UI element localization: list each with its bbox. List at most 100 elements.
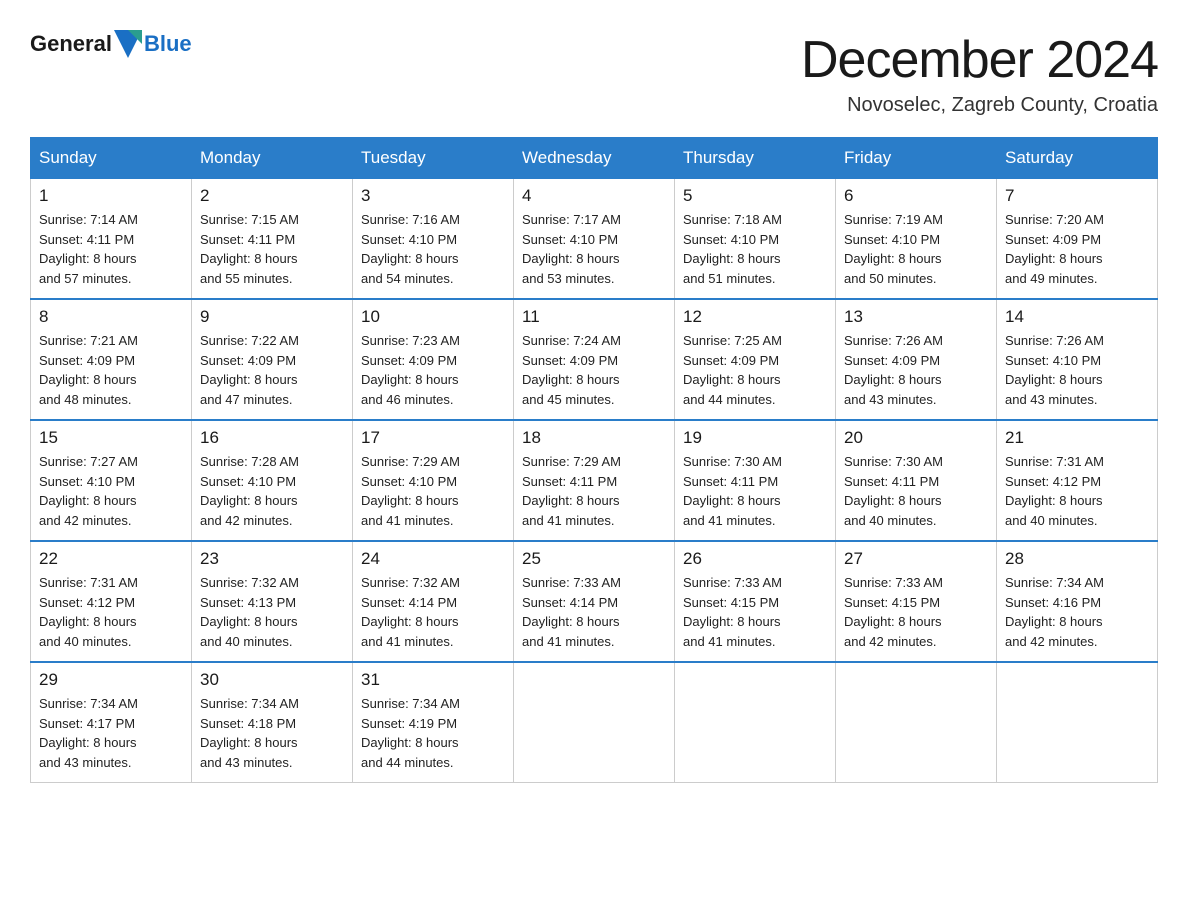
day-number: 15 <box>39 428 183 448</box>
day-number: 8 <box>39 307 183 327</box>
day-number: 20 <box>844 428 988 448</box>
day-number: 28 <box>1005 549 1149 569</box>
day-info: Sunrise: 7:29 AMSunset: 4:10 PMDaylight:… <box>361 452 505 530</box>
day-number: 30 <box>200 670 344 690</box>
day-number: 31 <box>361 670 505 690</box>
day-number: 9 <box>200 307 344 327</box>
header-wednesday: Wednesday <box>514 138 675 179</box>
day-info: Sunrise: 7:31 AMSunset: 4:12 PMDaylight:… <box>1005 452 1149 530</box>
logo-icon <box>114 30 142 58</box>
day-info: Sunrise: 7:31 AMSunset: 4:12 PMDaylight:… <box>39 573 183 651</box>
day-number: 24 <box>361 549 505 569</box>
day-number: 1 <box>39 186 183 206</box>
day-info: Sunrise: 7:23 AMSunset: 4:09 PMDaylight:… <box>361 331 505 409</box>
day-info: Sunrise: 7:34 AMSunset: 4:18 PMDaylight:… <box>200 694 344 772</box>
table-row <box>997 662 1158 783</box>
day-number: 23 <box>200 549 344 569</box>
table-row: 25 Sunrise: 7:33 AMSunset: 4:14 PMDayligh… <box>514 541 675 662</box>
day-info: Sunrise: 7:21 AMSunset: 4:09 PMDaylight:… <box>39 331 183 409</box>
calendar-header-row: Sunday Monday Tuesday Wednesday Thursday… <box>31 138 1158 179</box>
table-row: 10Sunrise: 7:23 AMSunset: 4:09 PMDayligh… <box>353 299 514 420</box>
day-info: Sunrise: 7:15 AMSunset: 4:11 PMDaylight:… <box>200 210 344 288</box>
day-info: Sunrise: 7:30 AMSunset: 4:11 PMDaylight:… <box>844 452 988 530</box>
day-number: 13 <box>844 307 988 327</box>
day-info: Sunrise: 7:28 AMSunset: 4:10 PMDaylight:… <box>200 452 344 530</box>
table-row: 14Sunrise: 7:26 AMSunset: 4:10 PMDayligh… <box>997 299 1158 420</box>
calendar-week-row: 22 Sunrise: 7:31 AMSunset: 4:12 PMDayligh… <box>31 541 1158 662</box>
day-info: Sunrise: 7:27 AMSunset: 4:10 PMDaylight:… <box>39 452 183 530</box>
table-row: 2Sunrise: 7:15 AMSunset: 4:11 PMDaylight… <box>192 179 353 300</box>
header-monday: Monday <box>192 138 353 179</box>
calendar-table: Sunday Monday Tuesday Wednesday Thursday… <box>30 137 1158 783</box>
table-row: 17 Sunrise: 7:29 AMSunset: 4:10 PMDayligh… <box>353 420 514 541</box>
day-info: Sunrise: 7:16 AMSunset: 4:10 PMDaylight:… <box>361 210 505 288</box>
month-title: December 2024 <box>801 30 1158 90</box>
day-number: 16 <box>200 428 344 448</box>
table-row: 3 Sunrise: 7:16 AMSunset: 4:10 PMDaylight… <box>353 179 514 300</box>
day-number: 27 <box>844 549 988 569</box>
day-number: 22 <box>39 549 183 569</box>
table-row: 24 Sunrise: 7:32 AMSunset: 4:14 PMDayligh… <box>353 541 514 662</box>
day-number: 21 <box>1005 428 1149 448</box>
day-number: 29 <box>39 670 183 690</box>
location-subtitle: Novoselec, Zagreb County, Croatia <box>801 94 1158 117</box>
day-info: Sunrise: 7:33 AMSunset: 4:14 PMDaylight:… <box>522 573 666 651</box>
day-number: 26 <box>683 549 827 569</box>
table-row: 23 Sunrise: 7:32 AMSunset: 4:13 PMDayligh… <box>192 541 353 662</box>
day-number: 3 <box>361 186 505 206</box>
day-info: Sunrise: 7:17 AMSunset: 4:10 PMDaylight:… <box>522 210 666 288</box>
table-row: 20 Sunrise: 7:30 AMSunset: 4:11 PMDayligh… <box>836 420 997 541</box>
title-area: December 2024 Novoselec, Zagreb County, … <box>801 30 1158 117</box>
day-number: 14 <box>1005 307 1149 327</box>
day-number: 5 <box>683 186 827 206</box>
table-row: 28 Sunrise: 7:34 AMSunset: 4:16 PMDayligh… <box>997 541 1158 662</box>
day-info: Sunrise: 7:34 AMSunset: 4:16 PMDaylight:… <box>1005 573 1149 651</box>
table-row: 21 Sunrise: 7:31 AMSunset: 4:12 PMDayligh… <box>997 420 1158 541</box>
day-number: 6 <box>844 186 988 206</box>
header-saturday: Saturday <box>997 138 1158 179</box>
day-info: Sunrise: 7:30 AMSunset: 4:11 PMDaylight:… <box>683 452 827 530</box>
day-info: Sunrise: 7:32 AMSunset: 4:13 PMDaylight:… <box>200 573 344 651</box>
day-info: Sunrise: 7:24 AMSunset: 4:09 PMDaylight:… <box>522 331 666 409</box>
table-row <box>836 662 997 783</box>
day-number: 7 <box>1005 186 1149 206</box>
table-row: 12Sunrise: 7:25 AMSunset: 4:09 PMDayligh… <box>675 299 836 420</box>
day-info: Sunrise: 7:29 AMSunset: 4:11 PMDaylight:… <box>522 452 666 530</box>
day-info: Sunrise: 7:19 AMSunset: 4:10 PMDaylight:… <box>844 210 988 288</box>
table-row <box>514 662 675 783</box>
day-info: Sunrise: 7:26 AMSunset: 4:09 PMDaylight:… <box>844 331 988 409</box>
table-row: 6 Sunrise: 7:19 AMSunset: 4:10 PMDaylight… <box>836 179 997 300</box>
day-number: 25 <box>522 549 666 569</box>
day-number: 17 <box>361 428 505 448</box>
header-thursday: Thursday <box>675 138 836 179</box>
table-row: 18 Sunrise: 7:29 AMSunset: 4:11 PMDayligh… <box>514 420 675 541</box>
day-info: Sunrise: 7:32 AMSunset: 4:14 PMDaylight:… <box>361 573 505 651</box>
page-header: General Blue December 2024 Novoselec, Za… <box>30 30 1158 117</box>
logo-blue-text: Blue <box>144 31 192 57</box>
table-row: 29Sunrise: 7:34 AMSunset: 4:17 PMDayligh… <box>31 662 192 783</box>
day-number: 18 <box>522 428 666 448</box>
day-info: Sunrise: 7:25 AMSunset: 4:09 PMDaylight:… <box>683 331 827 409</box>
header-friday: Friday <box>836 138 997 179</box>
day-number: 11 <box>522 307 666 327</box>
day-info: Sunrise: 7:22 AMSunset: 4:09 PMDaylight:… <box>200 331 344 409</box>
day-info: Sunrise: 7:18 AMSunset: 4:10 PMDaylight:… <box>683 210 827 288</box>
table-row: 16 Sunrise: 7:28 AMSunset: 4:10 PMDayligh… <box>192 420 353 541</box>
day-info: Sunrise: 7:34 AMSunset: 4:19 PMDaylight:… <box>361 694 505 772</box>
day-info: Sunrise: 7:33 AMSunset: 4:15 PMDaylight:… <box>683 573 827 651</box>
table-row: 11 Sunrise: 7:24 AMSunset: 4:09 PMDayligh… <box>514 299 675 420</box>
day-info: Sunrise: 7:20 AMSunset: 4:09 PMDaylight:… <box>1005 210 1149 288</box>
table-row: 13 Sunrise: 7:26 AMSunset: 4:09 PMDayligh… <box>836 299 997 420</box>
day-info: Sunrise: 7:14 AMSunset: 4:11 PMDaylight:… <box>39 210 183 288</box>
table-row: 15 Sunrise: 7:27 AMSunset: 4:10 PMDayligh… <box>31 420 192 541</box>
table-row: 5 Sunrise: 7:18 AMSunset: 4:10 PMDaylight… <box>675 179 836 300</box>
calendar-week-row: 1 Sunrise: 7:14 AMSunset: 4:11 PMDaylight… <box>31 179 1158 300</box>
table-row: 26 Sunrise: 7:33 AMSunset: 4:15 PMDayligh… <box>675 541 836 662</box>
day-number: 4 <box>522 186 666 206</box>
table-row: 19Sunrise: 7:30 AMSunset: 4:11 PMDayligh… <box>675 420 836 541</box>
calendar-week-row: 29Sunrise: 7:34 AMSunset: 4:17 PMDayligh… <box>31 662 1158 783</box>
table-row: 31 Sunrise: 7:34 AMSunset: 4:19 PMDayligh… <box>353 662 514 783</box>
logo-general-text: General <box>30 31 112 57</box>
table-row: 9 Sunrise: 7:22 AMSunset: 4:09 PMDaylight… <box>192 299 353 420</box>
table-row: 4 Sunrise: 7:17 AMSunset: 4:10 PMDaylight… <box>514 179 675 300</box>
